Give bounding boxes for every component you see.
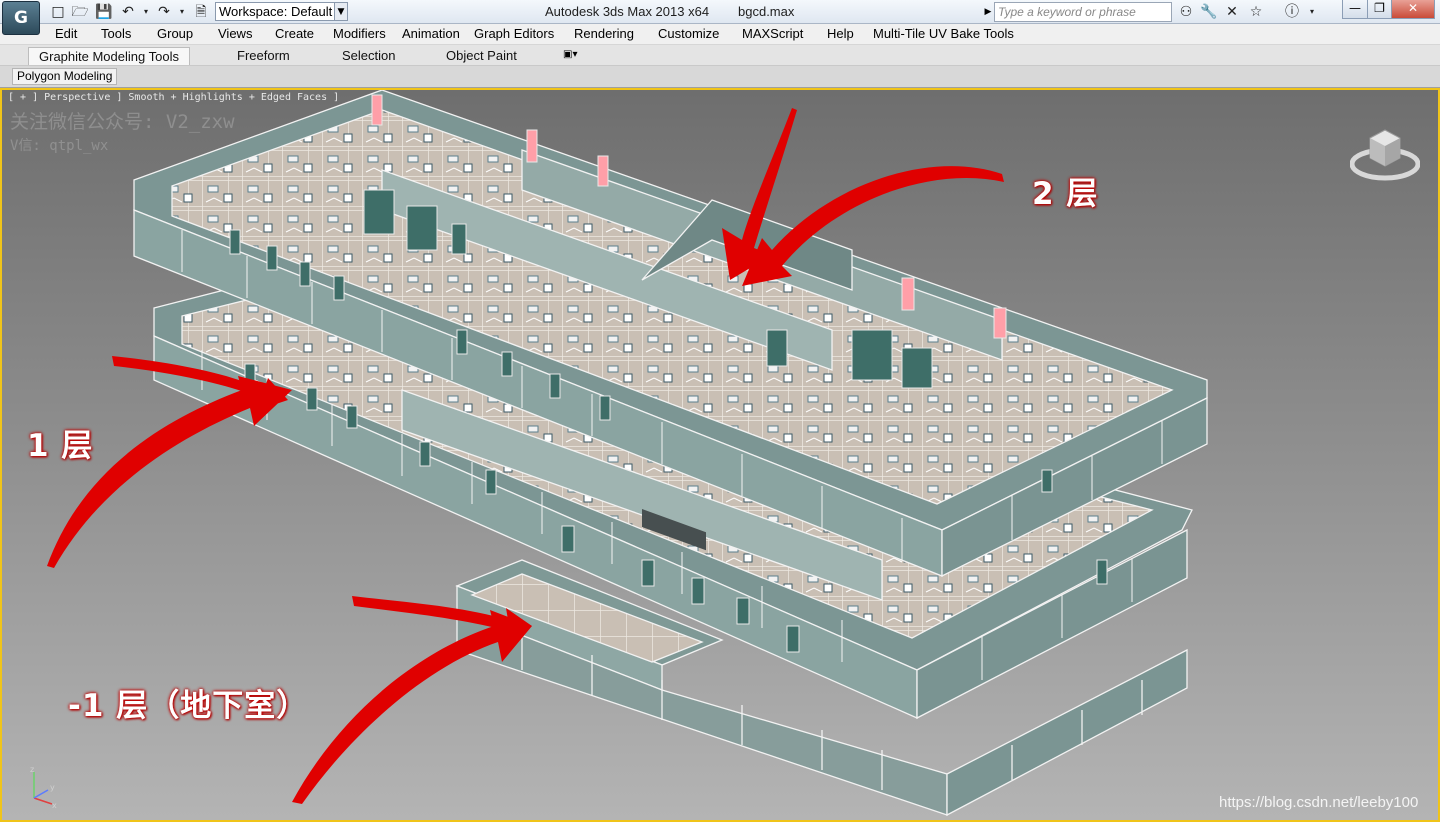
chevron-down-icon[interactable]: ▼ bbox=[334, 2, 348, 21]
app-menu-button[interactable]: G bbox=[2, 1, 40, 35]
svg-text:x: x bbox=[52, 801, 57, 810]
menu-group[interactable]: Group bbox=[157, 26, 193, 41]
menu-animation[interactable]: Animation bbox=[402, 26, 460, 41]
axis-tripod-icon: z x y bbox=[30, 765, 57, 810]
help-dropdown-icon[interactable]: ▾ bbox=[1302, 3, 1322, 21]
menu-bar: Edit Tools Group Views Create Modifiers … bbox=[0, 24, 1440, 45]
ribbon-options-icon[interactable]: ▣▾ bbox=[563, 49, 577, 60]
menu-create[interactable]: Create bbox=[275, 26, 314, 41]
watermark-line-1: 关注微信公众号: V2_zxw bbox=[10, 111, 235, 133]
ribbon-tab-bar: Graphite Modeling Tools Freeform Selecti… bbox=[0, 45, 1440, 66]
menu-multi-tile-uv-bake-tools[interactable]: Multi-Tile UV Bake Tools bbox=[873, 26, 1014, 41]
menu-views[interactable]: Views bbox=[218, 26, 252, 41]
menu-modifiers[interactable]: Modifiers bbox=[333, 26, 386, 41]
search-input[interactable]: Type a keyword or phrase bbox=[994, 2, 1172, 22]
undo-dropdown-icon[interactable]: ▾ bbox=[136, 2, 156, 22]
undo-icon[interactable]: ↶ bbox=[118, 2, 138, 22]
binoculars-icon[interactable]: ⚇ bbox=[1176, 3, 1196, 21]
subscription-icon[interactable]: 🔧 bbox=[1199, 3, 1219, 21]
menu-rendering[interactable]: Rendering bbox=[574, 26, 634, 41]
minimize-button[interactable]: — bbox=[1342, 0, 1368, 19]
viewport-label[interactable]: [ + ] Perspective ] Smooth + Highlights … bbox=[8, 92, 339, 103]
menu-help[interactable]: Help bbox=[827, 26, 854, 41]
svg-text:z: z bbox=[30, 765, 34, 774]
basement-label: -1 层（地下室） bbox=[68, 688, 309, 724]
viewcube-icon[interactable] bbox=[1350, 118, 1420, 184]
redo-icon[interactable]: ↷ bbox=[154, 2, 174, 22]
communication-icon[interactable]: ✕ bbox=[1222, 3, 1242, 21]
floor-2-label: 2 层 bbox=[1032, 176, 1099, 212]
svg-text:y: y bbox=[50, 783, 55, 792]
tab-object-paint[interactable]: Object Paint bbox=[446, 48, 517, 63]
search-expand-icon[interactable]: ▶ bbox=[982, 3, 994, 21]
workspace-select[interactable]: Workspace: Default bbox=[215, 2, 341, 21]
app-title: Autodesk 3ds Max 2013 x64 bbox=[545, 4, 710, 19]
menu-tools[interactable]: Tools bbox=[101, 26, 131, 41]
panel-polygon-modeling[interactable]: Polygon Modeling bbox=[12, 68, 118, 85]
save-file-icon[interactable]: 💾 bbox=[94, 2, 114, 22]
watermark-line-2: V信: qtpl_wx bbox=[10, 138, 109, 154]
file-title: bgcd.max bbox=[738, 4, 795, 19]
arrow-basement bbox=[292, 610, 532, 804]
open-file-icon[interactable]: 🗁 bbox=[70, 2, 90, 22]
blog-credit: https://blog.csdn.net/leeby100 bbox=[1219, 794, 1419, 811]
restore-button[interactable]: ❐ bbox=[1367, 0, 1392, 19]
title-bar: G □ 🗁 💾 ↶ ▾ ↷ ▾ 🗎 Workspace: Default ▼ A… bbox=[0, 0, 1440, 35]
menu-maxscript[interactable]: MAXScript bbox=[742, 26, 803, 41]
arrow-floor-1 bbox=[47, 376, 292, 568]
floor-1-label: 1 层 bbox=[27, 428, 94, 464]
redo-dropdown-icon[interactable]: ▾ bbox=[172, 2, 192, 22]
menu-graph-editors[interactable]: Graph Editors bbox=[474, 26, 554, 41]
menu-edit[interactable]: Edit bbox=[55, 26, 77, 41]
ribbon-panel-row: Polygon Modeling bbox=[0, 66, 1440, 88]
perspective-viewport[interactable]: [ + ] Perspective ] Smooth + Highlights … bbox=[0, 88, 1440, 822]
help-icon[interactable]: ⓘ bbox=[1282, 3, 1302, 21]
tab-freeform[interactable]: Freeform bbox=[237, 48, 290, 63]
favorites-icon[interactable]: ☆ bbox=[1246, 3, 1266, 21]
close-button[interactable]: ✕ bbox=[1391, 0, 1435, 19]
tab-graphite-modeling-tools[interactable]: Graphite Modeling Tools bbox=[28, 47, 190, 65]
menu-customize[interactable]: Customize bbox=[658, 26, 719, 41]
new-file-icon[interactable]: □ bbox=[48, 2, 68, 22]
project-folder-icon[interactable]: 🗎 bbox=[191, 2, 211, 22]
tab-selection[interactable]: Selection bbox=[342, 48, 395, 63]
